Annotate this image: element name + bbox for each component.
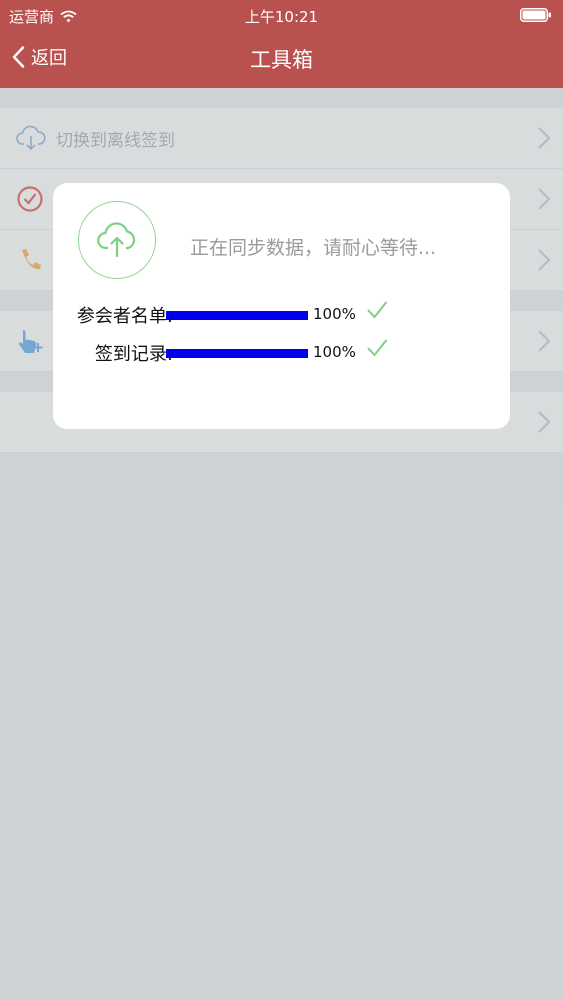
progress-bar-fill — [166, 311, 308, 320]
progress-bar — [166, 311, 308, 320]
sync-progress-row: 签到记录: 100% — [53, 338, 510, 368]
nav-bar: 返回 工具箱 — [0, 30, 563, 88]
progress-percent: 100% — [313, 305, 356, 323]
checkmark-icon — [367, 301, 388, 319]
sync-progress-label: 签到记录: — [94, 344, 173, 365]
sync-progress-row: 参会者名单: 100% — [53, 300, 510, 330]
progress-bar-fill — [166, 349, 308, 358]
sync-dialog: 正在同步数据，请耐心等待... 参会者名单: 100% 签到记录: 100% — [53, 183, 510, 429]
sync-progress-label: 参会者名单: — [76, 306, 173, 327]
battery-icon — [520, 8, 551, 22]
sync-message: 正在同步数据，请耐心等待... — [190, 237, 437, 259]
progress-bar — [166, 349, 308, 358]
sync-icon-ring — [78, 201, 156, 279]
checkmark-icon — [367, 339, 388, 357]
status-time: 上午10:21 — [244, 8, 319, 26]
status-bar: 运营商 上午10:21 — [0, 0, 563, 30]
progress-percent: 100% — [313, 343, 356, 361]
page-title: 工具箱 — [250, 48, 313, 72]
cloud-upload-icon — [97, 222, 136, 258]
